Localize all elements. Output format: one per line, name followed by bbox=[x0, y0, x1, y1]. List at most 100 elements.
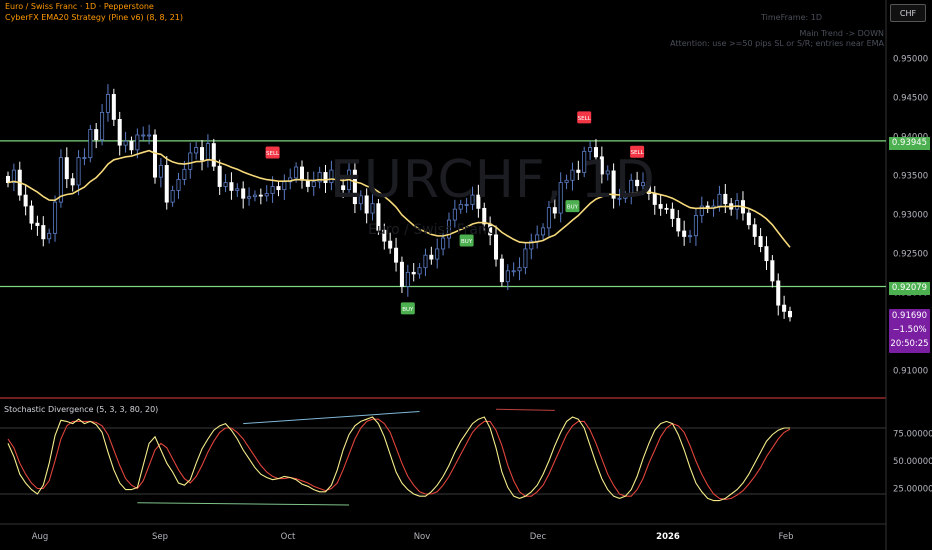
candle-body bbox=[770, 260, 775, 282]
grid bbox=[0, 0, 887, 550]
osc-tick-label: 50.00000 bbox=[893, 457, 932, 467]
candle-body bbox=[517, 267, 522, 272]
candle-body bbox=[693, 214, 698, 237]
candle-body bbox=[53, 201, 58, 234]
candle-body bbox=[200, 147, 205, 161]
candle-body bbox=[264, 193, 269, 197]
bar-countdown: 20:50:25 bbox=[890, 339, 929, 349]
candle-body bbox=[158, 165, 163, 178]
candle-body bbox=[64, 157, 69, 180]
candle-body bbox=[282, 181, 287, 191]
info-note: Attention: use >=50 pips SL or S/R; entr… bbox=[670, 39, 884, 48]
candle-body bbox=[152, 134, 158, 178]
time-tick-label: 2026 bbox=[656, 532, 680, 542]
candle-body bbox=[76, 157, 81, 186]
candle-body bbox=[664, 207, 669, 210]
candle-body bbox=[182, 168, 187, 180]
candle-body bbox=[311, 181, 316, 187]
last-price-badge: 0.91690 −1.50% 20:50:25 bbox=[889, 309, 930, 353]
support-price-tag: 0.92079 bbox=[889, 282, 930, 295]
candle-body bbox=[23, 194, 28, 207]
candle-body bbox=[188, 152, 193, 170]
candle-body bbox=[394, 247, 399, 263]
candle-body bbox=[776, 280, 781, 306]
time-tick-label: Nov bbox=[414, 532, 431, 542]
candle-body bbox=[658, 204, 663, 209]
price-tick-label: 0.91000 bbox=[893, 367, 928, 377]
sell-label-text: SELL bbox=[266, 151, 280, 157]
candle-body bbox=[782, 304, 787, 312]
price-tick-label: 0.93500 bbox=[893, 172, 928, 182]
candle-body bbox=[70, 178, 75, 186]
candle-body bbox=[205, 143, 210, 161]
study-title[interactable]: CyberFX EMA20 Strategy (Pine v6) (8, 8, … bbox=[5, 13, 183, 23]
candle-body bbox=[252, 194, 257, 198]
candle-body bbox=[305, 179, 310, 187]
time-tick-label: Sep bbox=[152, 532, 168, 542]
sell-label-text: SELL bbox=[578, 116, 592, 122]
info-trend: Main Trend -> DOWN bbox=[799, 29, 884, 38]
candle-body bbox=[511, 270, 516, 273]
candle-body bbox=[241, 188, 246, 199]
candle-body bbox=[35, 222, 40, 226]
candle-body bbox=[270, 186, 275, 194]
candle-body bbox=[388, 240, 393, 249]
candle-body bbox=[141, 134, 146, 137]
time-tick-label: Oct bbox=[281, 532, 296, 542]
axes: 0.950000.945000.940000.935000.930000.925… bbox=[32, 55, 932, 542]
candle-body bbox=[676, 218, 681, 232]
candle-body bbox=[170, 190, 175, 203]
last-price: 0.91690 bbox=[891, 311, 928, 321]
chart-canvas[interactable]: SELLBUYBUYBUYSELLSELL 0.950000.945000.94… bbox=[0, 0, 932, 550]
candle-body bbox=[423, 254, 428, 269]
currency-button[interactable]: CHF bbox=[890, 4, 926, 22]
candle-body bbox=[211, 143, 216, 167]
last-change: −1.50% bbox=[892, 325, 927, 335]
candle-body bbox=[47, 232, 52, 240]
candle-body bbox=[105, 94, 110, 113]
candle-body bbox=[546, 207, 551, 229]
candle-body bbox=[429, 254, 434, 260]
stoch-d-line bbox=[7, 418, 791, 501]
candle-body bbox=[235, 188, 240, 191]
candle-body bbox=[764, 246, 769, 262]
info-timeframe: TimeFrame: 1D bbox=[761, 13, 822, 22]
candle-body bbox=[29, 205, 34, 224]
candle-body bbox=[399, 261, 404, 287]
resistance-price-tag: 0.93945 bbox=[889, 137, 930, 150]
stochastic-pane bbox=[7, 408, 791, 506]
candle-body bbox=[217, 165, 222, 187]
oscillator-title[interactable]: Stochastic Divergence (5, 3, 3, 80, 20) bbox=[4, 405, 158, 414]
candle-body bbox=[541, 227, 546, 236]
candle-body bbox=[717, 193, 722, 207]
candle-body bbox=[111, 94, 116, 120]
candle-body bbox=[535, 234, 540, 242]
candle-body bbox=[223, 182, 228, 187]
symbol-title[interactable]: Euro / Swiss Franc · 1D · Pepperstone bbox=[5, 2, 154, 12]
candle-body bbox=[276, 186, 281, 191]
candle-body bbox=[452, 208, 457, 221]
candle-body bbox=[100, 111, 105, 141]
candle-body bbox=[194, 147, 199, 154]
candle-body bbox=[41, 225, 46, 240]
candle-body bbox=[323, 172, 328, 184]
candle-body bbox=[670, 208, 675, 219]
price-tick-label: 0.93000 bbox=[893, 211, 928, 221]
buy-label-text: BUY bbox=[402, 307, 414, 313]
candle-body bbox=[258, 194, 263, 197]
price-tick-label: 0.92500 bbox=[893, 250, 928, 260]
candle-body bbox=[688, 235, 693, 238]
buy-label-text: BUY bbox=[461, 239, 473, 245]
candle-body bbox=[441, 237, 446, 250]
stoch-k-line bbox=[7, 416, 790, 502]
time-tick-label: Dec bbox=[530, 532, 547, 542]
watermark-symbol: EURCHF, 1D bbox=[330, 150, 656, 210]
price-tick-label: 0.94500 bbox=[893, 94, 928, 104]
osc-tick-label: 75.00000 bbox=[893, 430, 932, 440]
candle-body bbox=[247, 196, 252, 199]
candle-body bbox=[787, 310, 793, 318]
time-tick-label: Aug bbox=[32, 532, 49, 542]
candle-body bbox=[417, 267, 422, 275]
candle-body bbox=[135, 134, 140, 151]
candle-body bbox=[229, 182, 234, 191]
